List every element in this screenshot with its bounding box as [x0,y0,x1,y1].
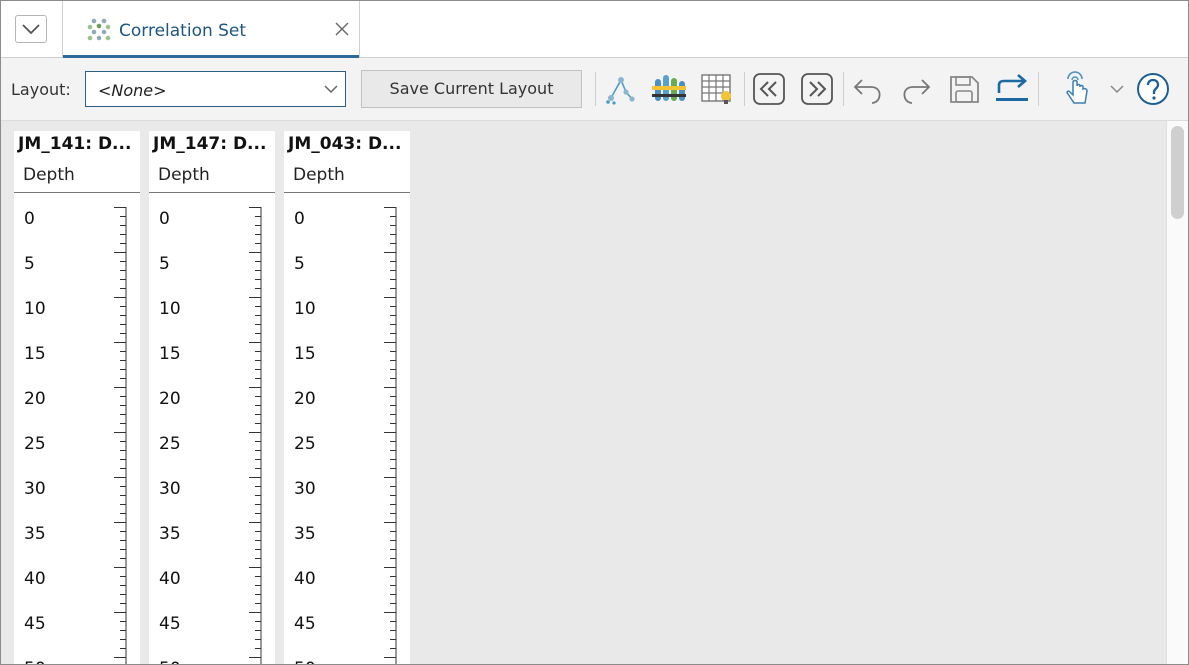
tab-title: Correlation Set [119,21,247,41]
column-header-divider [14,192,140,193]
chevron-down-icon [324,85,338,94]
depth-label: 45 [294,614,316,634]
well-column[interactable]: JM_043: D... Depth 0 5 10 15 20 25 30 35 40 45 50 [284,131,410,664]
redo-icon[interactable] [898,71,934,107]
column-title: JM_141: D... [18,134,132,154]
depth-label: 25 [24,434,46,454]
depth-label: 40 [294,569,316,589]
column-title: JM_043: D... [288,134,402,154]
depth-ruler [384,207,397,664]
depth-label: 30 [294,479,316,499]
depth-label: 15 [159,344,181,364]
depth-label: 50 [294,659,316,664]
depth-label: 5 [294,254,305,274]
export-icon[interactable] [994,71,1030,107]
depth-label: 15 [24,344,46,364]
depth-label: 25 [159,434,181,454]
depth-label: 50 [24,659,46,664]
depth-label: 40 [24,569,46,589]
depth-ruler [249,207,262,664]
tab-strip: Correlation Set [1,1,1188,58]
depth-ruler [114,207,127,664]
touch-mode-icon[interactable] [1058,71,1094,107]
toolbar: Layout: <None> Save Current Layout [1,58,1188,121]
toolbar-separator [744,72,745,106]
column-title: JM_147: D... [153,134,267,154]
undo-icon[interactable] [850,71,886,107]
chevron-down-icon [1110,84,1124,93]
depth-label: 5 [159,254,170,274]
depth-label: 30 [159,479,181,499]
well-column[interactable]: JM_141: D... Depth 0 5 10 15 20 25 30 35 40 45 50 [14,131,140,664]
depth-label: 50 [159,659,181,664]
layout-select-value: <None> [98,81,167,100]
column-subtitle: Depth [158,165,210,185]
tab-list-button[interactable] [15,15,47,43]
column-subtitle: Depth [293,165,345,185]
depth-label: 35 [24,524,46,544]
help-icon[interactable] [1135,71,1171,107]
depth-label: 10 [24,299,46,319]
depth-label: 15 [294,344,316,364]
layout-select[interactable]: <None> [85,71,346,107]
depth-label: 20 [159,389,181,409]
scrollbar-thumb[interactable] [1171,126,1184,219]
close-icon[interactable] [335,22,349,36]
depth-label: 20 [24,389,46,409]
correlation-lines-icon[interactable] [603,71,639,107]
correlation-set-icon [87,18,111,47]
save-current-layout-button[interactable]: Save Current Layout [361,70,582,108]
boreholes-icon[interactable] [651,71,687,107]
table-tip-icon[interactable] [699,71,735,107]
depth-label: 0 [24,209,35,229]
toolbar-separator [1038,72,1039,106]
layout-label: Layout: [11,80,71,99]
toolbar-separator [843,72,844,106]
depth-label: 0 [294,209,305,229]
depth-label: 30 [24,479,46,499]
well-column[interactable]: JM_147: D... Depth 0 5 10 15 20 25 30 35 40 45 50 [149,131,275,664]
depth-label: 0 [159,209,170,229]
column-subtitle: Depth [23,165,75,185]
depth-label: 35 [159,524,181,544]
window: Correlation Set Layout: <None> Save Curr… [0,0,1189,665]
tab-correlation-set[interactable]: Correlation Set [62,1,360,58]
depth-label: 25 [294,434,316,454]
toolbar-separator [595,72,596,106]
correlation-workspace: JM_141: D...Depth05101520253035404550JM_… [1,121,1188,664]
depth-label: 10 [159,299,181,319]
depth-label: 5 [24,254,35,274]
chevron-down-icon [22,24,40,35]
column-header-divider [284,192,410,193]
vertical-scrollbar[interactable] [1166,121,1188,664]
column-header-divider [149,192,275,193]
depth-label: 35 [294,524,316,544]
depth-label: 20 [294,389,316,409]
depth-label: 40 [159,569,181,589]
save-icon[interactable] [946,71,982,107]
depth-label: 45 [159,614,181,634]
depth-label: 10 [294,299,316,319]
depth-label: 45 [24,614,46,634]
next-icon[interactable] [799,71,835,107]
touch-mode-dropdown[interactable] [1099,71,1135,107]
previous-icon[interactable] [751,71,787,107]
